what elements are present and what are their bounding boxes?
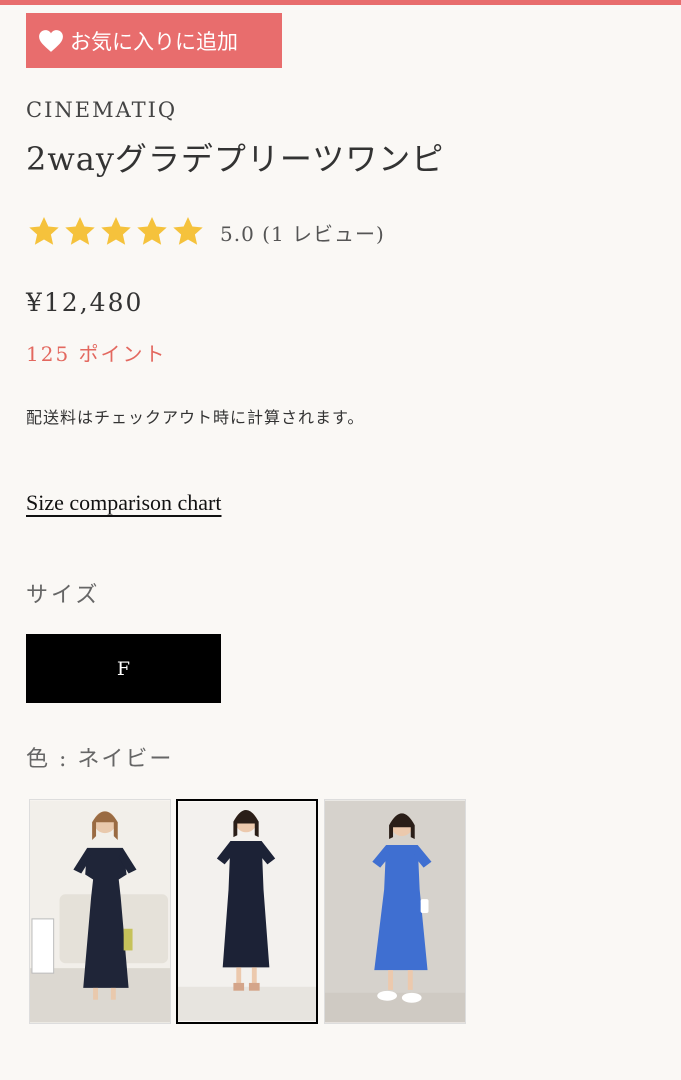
star-icon [173, 217, 203, 245]
size-comparison-chart-link[interactable]: Size comparison chart [26, 490, 222, 516]
rating-text: 5.0 (1 レビュー) [220, 221, 385, 246]
price: ¥12,480 [26, 288, 144, 317]
star-icon [65, 217, 95, 245]
color-swatch-navy-crew-neck[interactable] [176, 799, 318, 1024]
star-icon [101, 217, 131, 245]
star-icon [29, 217, 59, 245]
top-accent-bar [0, 0, 681, 5]
size-option-f[interactable]: F [26, 634, 221, 703]
shipping-note: 配送料はチェックアウト時に計算されます。 [26, 408, 365, 427]
brand-name[interactable]: CINEMATIQ [26, 98, 177, 122]
product-title: 2wayグラデプリーツワンピ [26, 140, 445, 178]
rating[interactable]: 5.0 (1 レビュー) [26, 214, 385, 250]
heart-icon [39, 29, 63, 52]
swatch-image [30, 800, 170, 1023]
add-to-favorites-label: お気に入りに追加 [70, 29, 238, 54]
add-to-favorites-button[interactable]: お気に入りに追加 [26, 13, 282, 68]
color-label: 色 : ネイビー [26, 747, 174, 772]
color-swatch-navy-v-neck[interactable] [29, 799, 171, 1024]
star-icon [137, 217, 167, 245]
swatch-image [325, 800, 465, 1023]
size-label: サイズ [26, 583, 101, 608]
swatch-image [178, 802, 316, 1021]
color-swatch-blue[interactable] [324, 799, 466, 1024]
points: 125 ポイント [26, 342, 167, 366]
rating-stars [26, 214, 206, 250]
